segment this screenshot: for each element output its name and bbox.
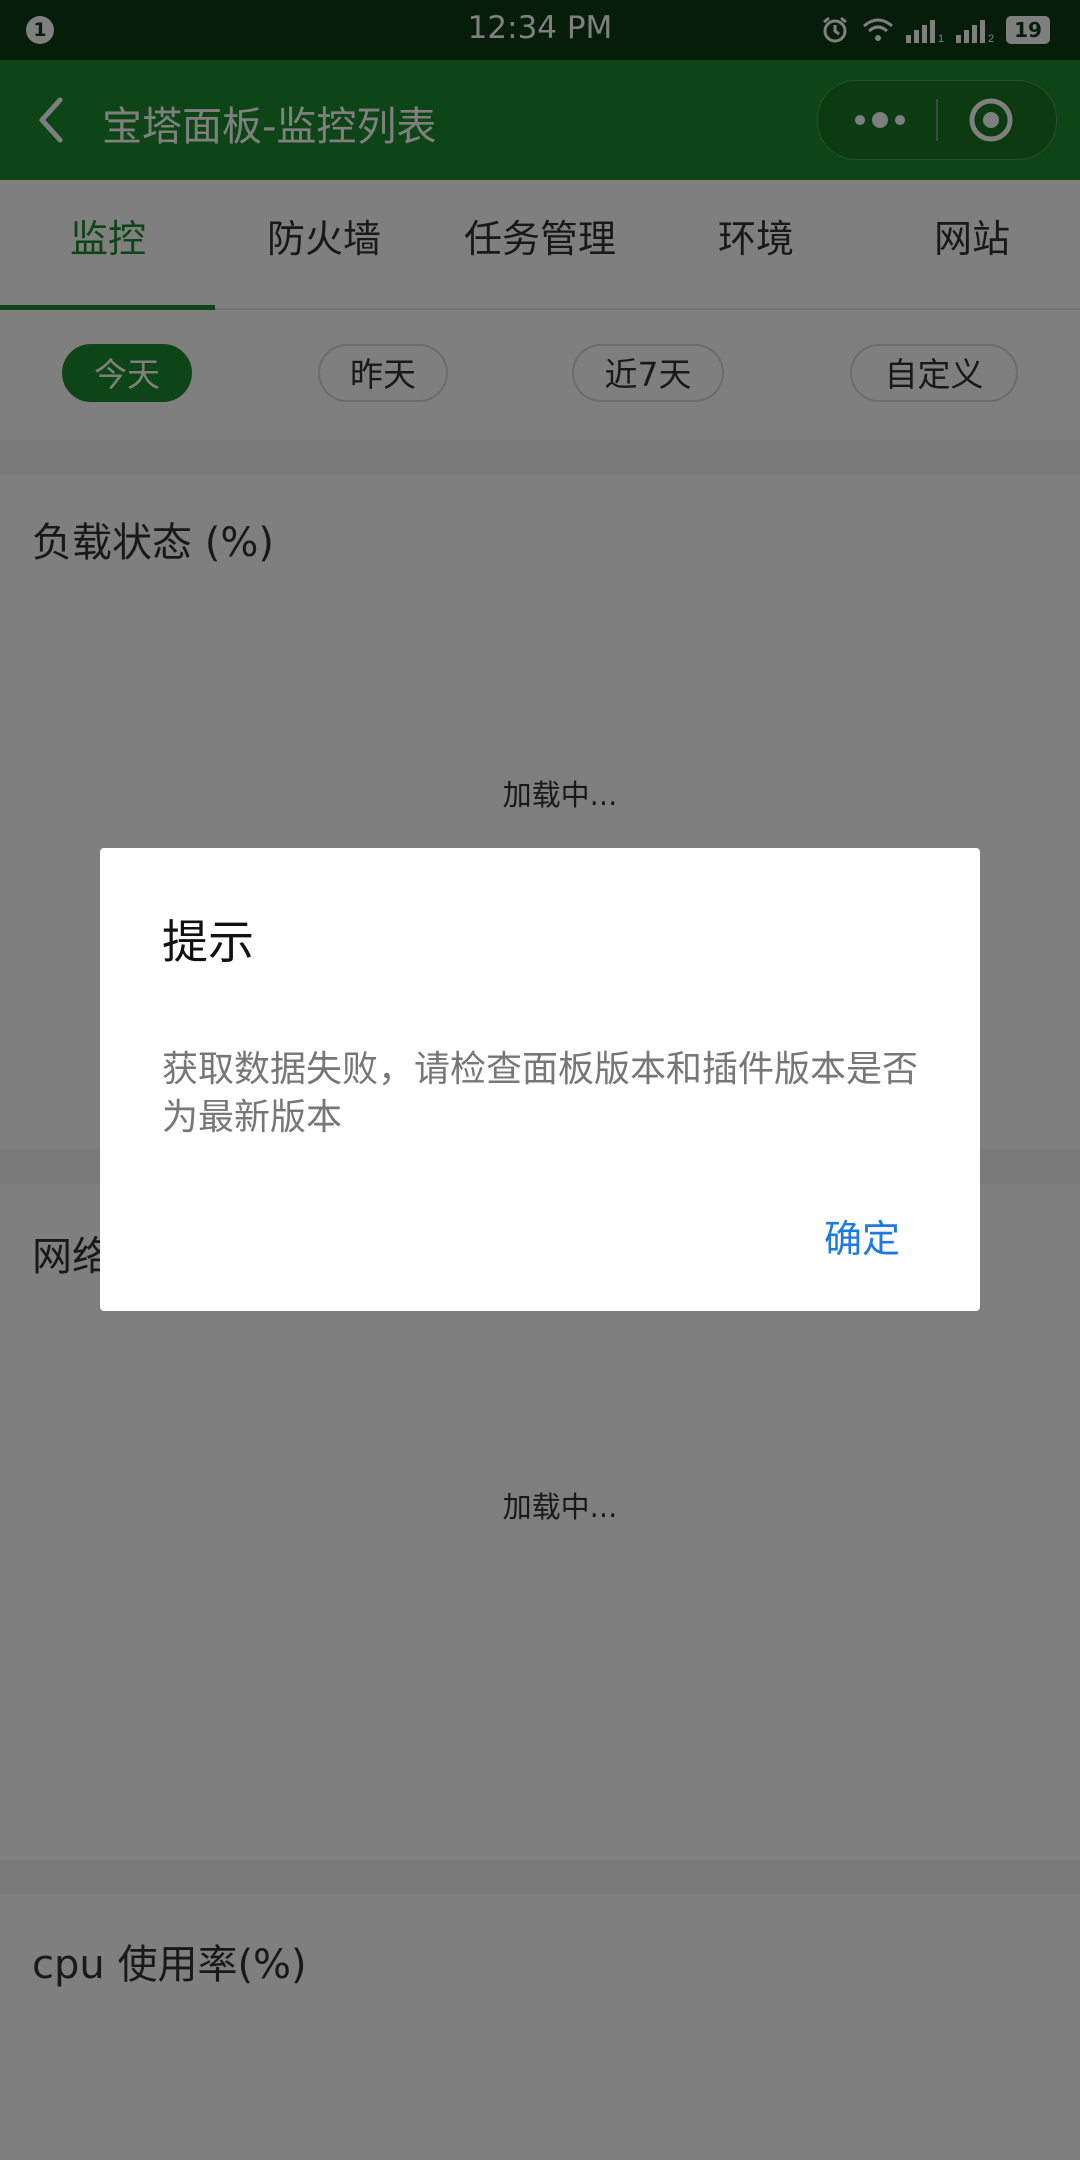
confirm-button[interactable]: 确定	[824, 1208, 900, 1263]
dialog-message: 获取数据失败，请检查面板版本和插件版本是否为最新版本	[162, 1049, 919, 1138]
dialog-title: 提示	[162, 915, 254, 969]
alert-dialog: 提示 获取数据失败，请检查面板版本和插件版本是否为最新版本 确定	[100, 848, 980, 1311]
